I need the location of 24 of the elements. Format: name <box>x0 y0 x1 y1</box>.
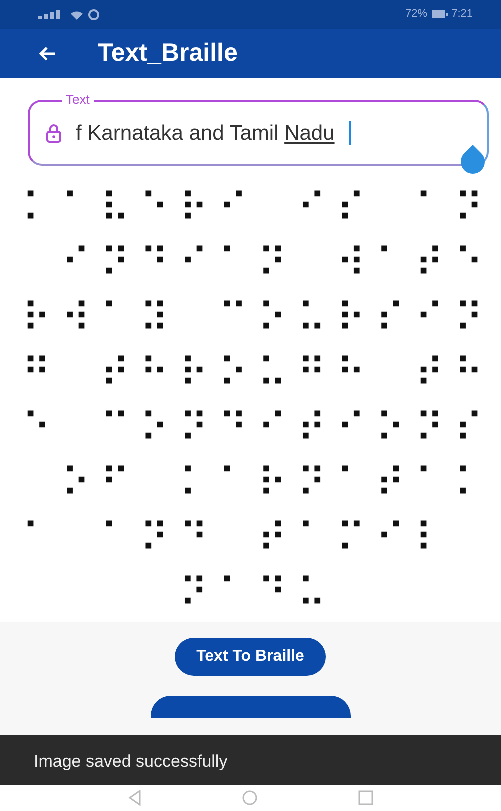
braille-line: ⠗⠺⠁⠽ ⠉⠕⠥⠗⠎⠊⠝ <box>22 295 495 344</box>
recents-icon[interactable] <box>358 790 374 806</box>
braille-line: ⠊⠝⠙⠊⠁⠝ ⠺⠁⠞⠑ <box>60 240 495 290</box>
braille-line: ⠛ ⠞⠓⠗⠕⠥⠛⠓ ⠞⠓ <box>22 350 495 400</box>
braille-line: ⠅⠁⠧⠑⠗⠊ ⠊⠎ ⠁⠝ <box>22 185 495 234</box>
screen-title: Text_Braille <box>98 38 238 69</box>
braille-line: ⠑ ⠉⠕⠝⠙⠊⠞⠊⠕⠝⠎ <box>22 405 495 454</box>
home-icon[interactable] <box>242 790 258 806</box>
braille-line: ⠝⠁⠙⠥ <box>178 570 338 620</box>
braille-line: ⠁ ⠁⠝⠙ ⠞⠁⠍⠊⠇ <box>22 515 456 564</box>
snackbar-message: Image saved successfully <box>0 734 501 785</box>
field-value: f Karnataka and Tamil Nadu <box>76 120 335 146</box>
notification-icon <box>88 8 100 21</box>
back-icon[interactable] <box>128 790 142 806</box>
save-button[interactable] <box>150 696 350 718</box>
text-to-braille-button[interactable]: Text To Braille <box>174 638 326 676</box>
battery-percent: 72% <box>406 7 428 22</box>
text-cursor <box>348 121 351 146</box>
battery-icon <box>432 10 448 20</box>
back-arrow-icon[interactable] <box>38 46 56 62</box>
lock-icon <box>46 124 62 143</box>
braille-line: ⠕⠋ ⠅⠁⠗⠝⠁⠞⠁⠅ <box>60 460 495 510</box>
wifi-icon <box>70 10 84 20</box>
clock: 7:21 <box>452 7 473 22</box>
